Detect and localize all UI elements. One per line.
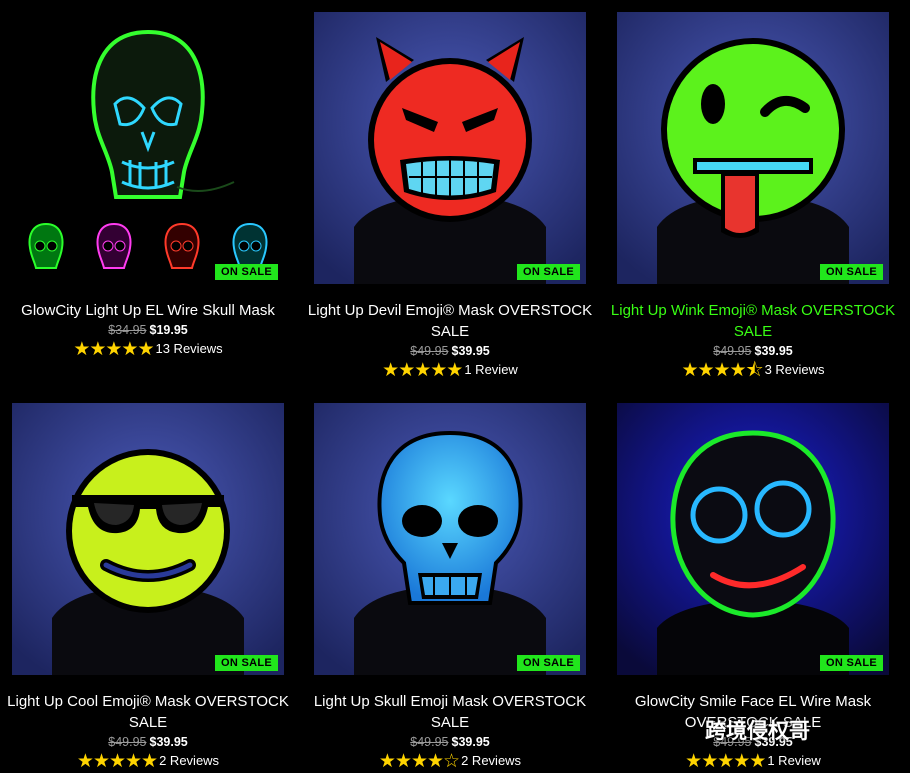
product-image[interactable]: ON SALE	[314, 403, 586, 675]
star-rating-icon: ★★★★★	[76, 751, 158, 772]
price: $49.95 $39.95	[304, 342, 596, 360]
reviews-link[interactable]: 3 Reviews	[765, 362, 825, 377]
product-info: Light Up Skull Emoji Mask OVERSTOCK SALE…	[304, 691, 596, 772]
original-price: $49.95	[713, 344, 752, 358]
price: $34.95 $19.95	[2, 321, 294, 339]
star-rating-icon: ★★★★⯪	[681, 360, 763, 381]
reviews-link[interactable]: 1 Review	[464, 362, 517, 377]
rating: ★★★★☆ 2 Reviews	[304, 751, 596, 772]
original-price: $34.95	[108, 323, 147, 337]
price: $49.95 $39.95	[2, 733, 294, 751]
product-title-link[interactable]: Light Up Devil Emoji® Mask OVERSTOCK SAL…	[304, 300, 596, 342]
on-sale-badge: ON SALE	[820, 655, 883, 671]
rating: ★★★★⯪ 3 Reviews	[607, 360, 899, 381]
thumbnail-green-skull[interactable]	[12, 216, 80, 284]
product-image[interactable]: ON SALE	[617, 403, 889, 675]
reviews-link[interactable]: 2 Reviews	[461, 753, 521, 768]
on-sale-badge: ON SALE	[517, 264, 580, 280]
sale-price: $39.95	[754, 344, 793, 358]
star-rating-icon: ★★★★☆	[378, 751, 460, 772]
original-price: $49.95	[410, 344, 449, 358]
original-price: $49.95	[108, 735, 147, 749]
product-image[interactable]: ON SALE	[12, 12, 284, 284]
price: $49.95 $39.95	[607, 342, 899, 360]
original-price: $49.95	[410, 735, 449, 749]
product-info: Light Up Devil Emoji® Mask OVERSTOCK SAL…	[304, 300, 596, 381]
watermark: 跨境侵权哥	[705, 720, 810, 743]
product-info: GlowCity Light Up EL Wire Skull Mask $34…	[2, 300, 294, 360]
on-sale-badge: ON SALE	[517, 655, 580, 671]
sale-price: $39.95	[451, 735, 490, 749]
star-rating-icon: ★★★★★	[685, 751, 766, 772]
reviews-link[interactable]: 1 Review	[767, 753, 820, 768]
rating: ★★★★★ 2 Reviews	[2, 751, 294, 772]
rating: ★★★★★ 1 Review	[607, 751, 899, 772]
price: $49.95 $39.95	[304, 733, 596, 751]
product-title-link[interactable]: GlowCity Light Up EL Wire Skull Mask	[2, 300, 294, 321]
on-sale-badge: ON SALE	[820, 264, 883, 280]
reviews-link[interactable]: 2 Reviews	[159, 753, 219, 768]
on-sale-badge: ON SALE	[215, 655, 278, 671]
star-rating-icon: ★★★★★	[382, 360, 463, 381]
product-info: Light Up Cool Emoji® Mask OVERSTOCK SALE…	[2, 691, 294, 772]
sale-price: $39.95	[451, 344, 490, 358]
rating: ★★★★★ 13 Reviews	[2, 339, 294, 360]
reviews-link[interactable]: 13 Reviews	[155, 341, 222, 356]
on-sale-badge: ON SALE	[215, 264, 278, 280]
sale-price: $39.95	[149, 735, 188, 749]
product-image[interactable]: ON SALE	[617, 12, 889, 284]
thumbnail-red-skull[interactable]	[148, 216, 216, 284]
product-title-link[interactable]: Light Up Wink Emoji® Mask OVERSTOCK SALE	[607, 300, 899, 342]
product-image[interactable]: ON SALE	[314, 12, 586, 284]
sale-price: $19.95	[149, 323, 188, 337]
product-title-link[interactable]: Light Up Skull Emoji Mask OVERSTOCK SALE	[304, 691, 596, 733]
product-image[interactable]: ON SALE	[12, 403, 284, 675]
thumbnail-pink-skull[interactable]	[80, 216, 148, 284]
product-title-link[interactable]: Light Up Cool Emoji® Mask OVERSTOCK SALE	[2, 691, 294, 733]
product-info: Light Up Wink Emoji® Mask OVERSTOCK SALE…	[607, 300, 899, 381]
rating: ★★★★★ 1 Review	[304, 360, 596, 381]
star-rating-icon: ★★★★★	[73, 339, 154, 360]
